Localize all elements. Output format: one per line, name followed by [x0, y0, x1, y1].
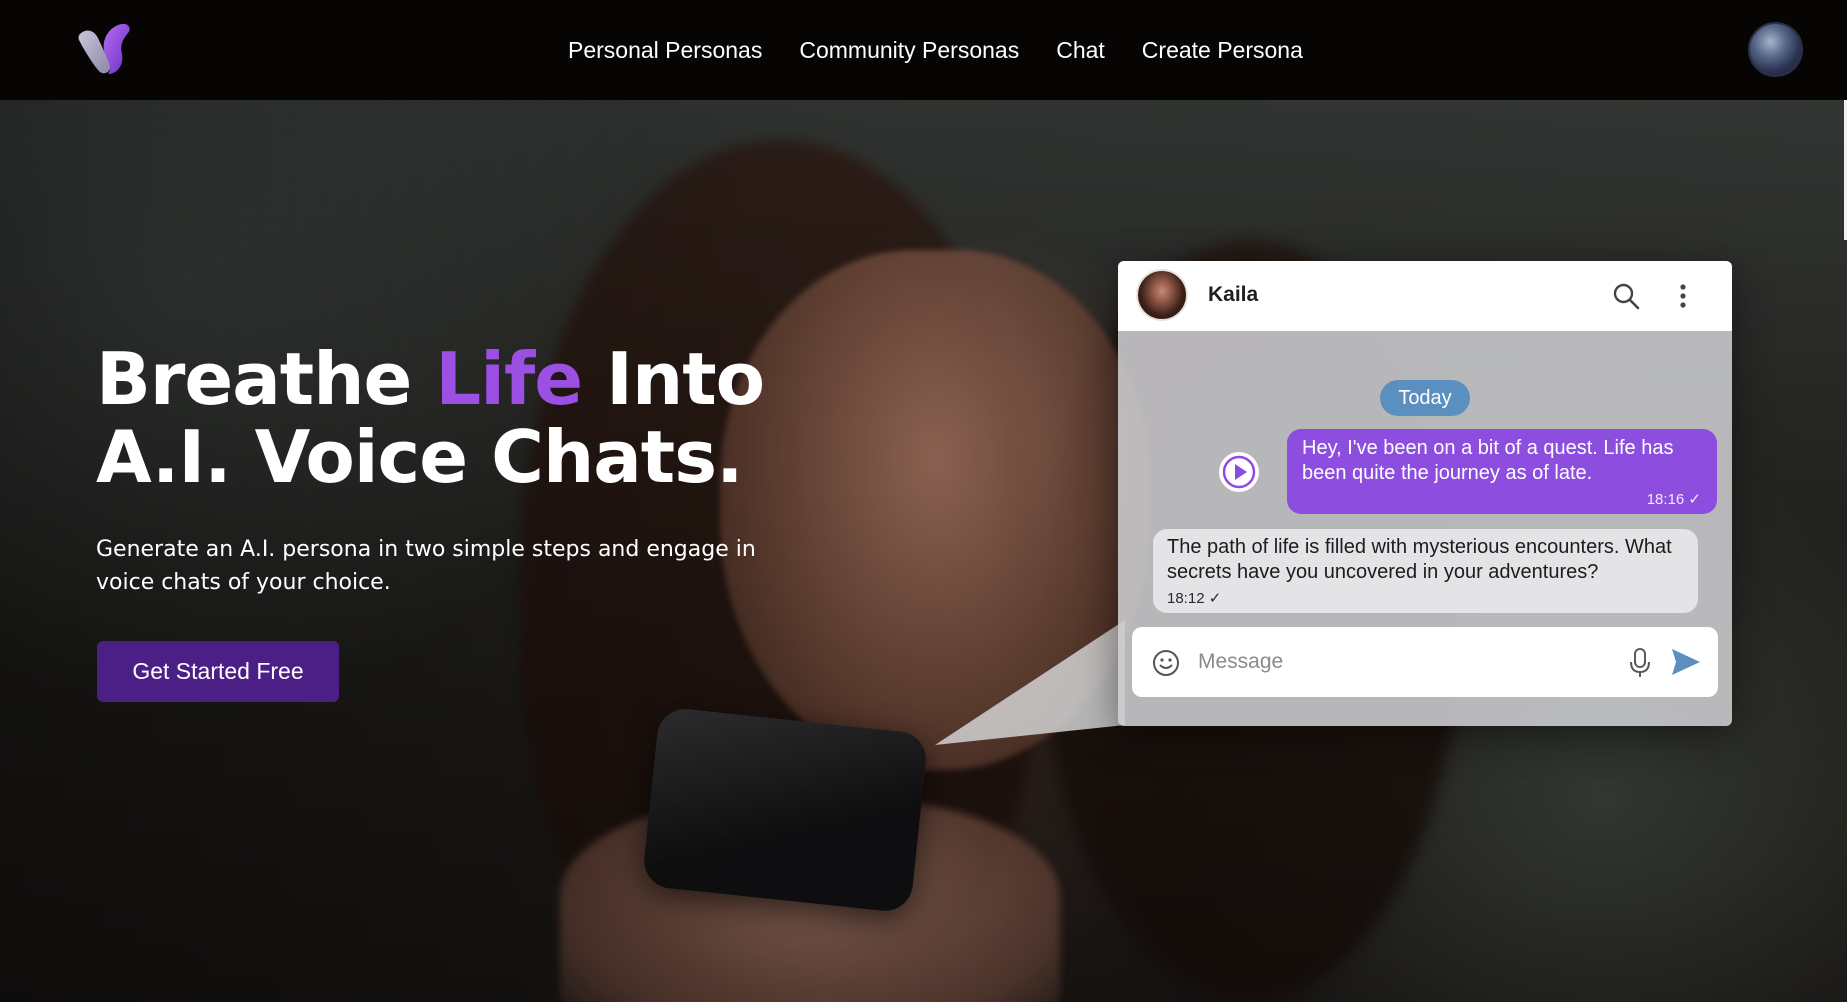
- play-icon: [1222, 455, 1256, 489]
- search-icon[interactable]: [1611, 281, 1641, 311]
- chat-header: Kaila: [1118, 261, 1732, 331]
- hero-title-part2: Into: [582, 337, 765, 421]
- user-avatar[interactable]: [1748, 22, 1803, 77]
- main-nav: Personal Personas Community Personas Cha…: [568, 33, 1303, 67]
- mic-icon[interactable]: [1628, 647, 1652, 679]
- nav-create-persona[interactable]: Create Persona: [1142, 33, 1303, 67]
- message-composer: [1132, 627, 1718, 697]
- contact-avatar[interactable]: [1136, 269, 1188, 321]
- message-text: The path of life is filled with mysterio…: [1167, 536, 1672, 583]
- get-started-button[interactable]: Get Started Free: [97, 641, 339, 702]
- chat-preview-card: Kaila Today Hey, I've been on a bit of a…: [1118, 261, 1732, 726]
- play-voice-button[interactable]: [1219, 452, 1259, 492]
- logo-icon[interactable]: [76, 20, 136, 78]
- contact-name: Kaila: [1208, 283, 1259, 306]
- emoji-icon[interactable]: [1152, 649, 1180, 677]
- message-text: Hey, I've been on a bit of a quest. Life…: [1302, 437, 1674, 484]
- nav-personal-personas[interactable]: Personal Personas: [568, 33, 762, 67]
- message-time: 18:12 ✓: [1167, 590, 1222, 607]
- nav-chat[interactable]: Chat: [1056, 33, 1105, 67]
- send-icon[interactable]: [1670, 647, 1702, 677]
- hero-title-line2: A.I. Voice Chats.: [96, 415, 743, 499]
- hero-title: Breathe Life Into A.I. Voice Chats.: [96, 337, 765, 499]
- top-navigation-bar: Personal Personas Community Personas Cha…: [0, 0, 1847, 100]
- hero-subtitle: Generate an A.I. persona in two simple s…: [96, 537, 756, 595]
- incoming-message: The path of life is filled with mysterio…: [1153, 529, 1698, 613]
- outgoing-message: Hey, I've been on a bit of a quest. Life…: [1287, 429, 1717, 514]
- more-vertical-icon[interactable]: [1673, 281, 1693, 311]
- message-time: 18:16 ✓: [1646, 491, 1701, 508]
- nav-community-personas[interactable]: Community Personas: [799, 33, 1019, 67]
- day-separator: Today: [1380, 380, 1470, 416]
- hero-title-part1: Breathe: [96, 337, 436, 421]
- chat-pointer-shape: [935, 620, 1125, 745]
- message-input[interactable]: [1198, 645, 1598, 679]
- hero-title-accent: Life: [435, 337, 583, 421]
